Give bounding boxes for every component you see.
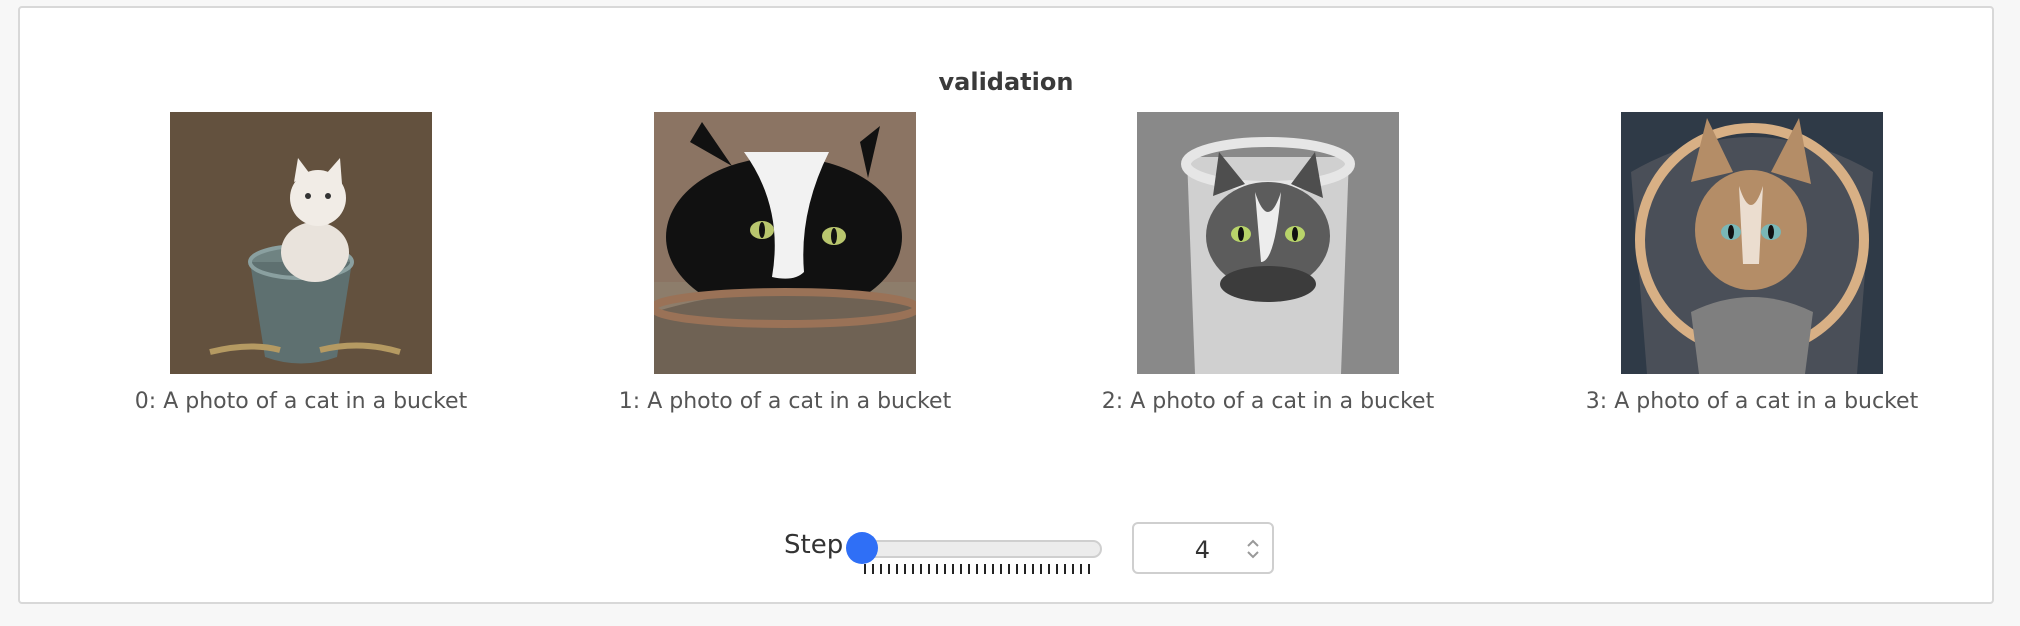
step-value: 4 [1194, 536, 1210, 564]
image-card: 2: A photo of a cat in a bucket [1098, 112, 1438, 422]
image-card: 3: A photo of a cat in a bucket [1582, 112, 1922, 422]
image-thumbnail[interactable] [654, 112, 916, 374]
image-thumbnail[interactable] [1621, 112, 1883, 374]
image-card: 1: A photo of a cat in a bucket [615, 112, 955, 422]
image-caption: 0: A photo of a cat in a bucket [134, 389, 468, 414]
image-thumbnail[interactable] [1137, 112, 1399, 374]
slider-ticks [864, 564, 1096, 574]
image-caption: 2: A photo of a cat in a bucket [1101, 389, 1435, 414]
media-panel: validation 0: A photo of a cat in a buck… [18, 6, 1994, 604]
step-number-input[interactable]: 4 [1132, 522, 1274, 574]
image-caption: 1: A photo of a cat in a bucket [618, 389, 952, 414]
slider-track[interactable] [860, 540, 1102, 558]
spinner-arrows-icon[interactable] [1246, 536, 1260, 562]
panel-title: validation [938, 68, 1074, 96]
slider-thumb[interactable] [846, 532, 878, 564]
image-thumbnail[interactable] [170, 112, 432, 374]
step-label: Step [784, 530, 844, 560]
image-card: 0: A photo of a cat in a bucket [131, 112, 471, 422]
image-caption: 3: A photo of a cat in a bucket [1585, 389, 1919, 414]
step-slider[interactable] [846, 532, 1108, 584]
